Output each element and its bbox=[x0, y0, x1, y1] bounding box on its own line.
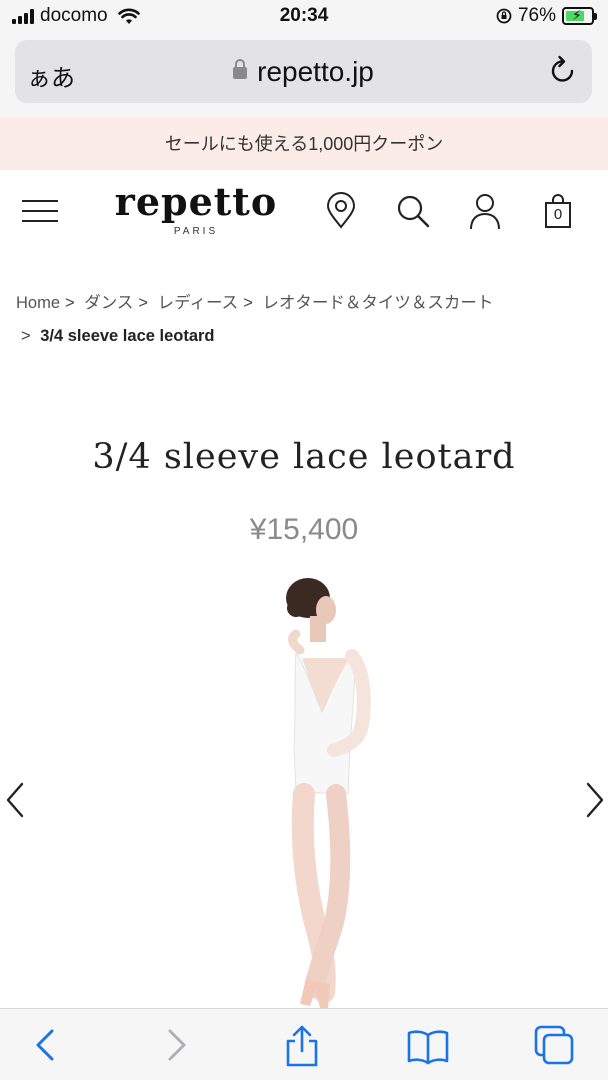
logo-wordmark: repetto bbox=[114, 179, 278, 224]
breadcrumb-dance[interactable]: ダンス bbox=[84, 294, 133, 312]
orientation-lock-icon bbox=[496, 8, 512, 24]
product-photo[interactable] bbox=[230, 572, 380, 1008]
promo-banner[interactable]: セールにも使える1,000円クーポン bbox=[0, 118, 608, 170]
breadcrumb-current: 3/4 sleeve lace leotard bbox=[40, 327, 215, 345]
forward-icon[interactable] bbox=[154, 1023, 198, 1067]
lock-icon bbox=[233, 59, 248, 79]
reload-icon[interactable] bbox=[548, 54, 578, 86]
breadcrumb-separator: > bbox=[65, 294, 75, 312]
status-right: 76% ⚡ bbox=[496, 5, 597, 27]
share-icon[interactable] bbox=[280, 1023, 324, 1067]
url-display[interactable]: repetto.jp bbox=[15, 56, 592, 88]
cart-count: 0 bbox=[553, 206, 563, 223]
status-bar: docomo 20:34 76% ⚡ bbox=[0, 0, 608, 34]
back-icon[interactable] bbox=[24, 1023, 68, 1067]
product-price: ¥15,400 bbox=[249, 513, 359, 546]
url-text: repetto.jp bbox=[257, 56, 374, 87]
menu-icon[interactable] bbox=[22, 200, 58, 224]
battery-charging-icon: ⚡ bbox=[562, 7, 597, 25]
store-locator-icon[interactable] bbox=[324, 192, 358, 230]
breadcrumb-home[interactable]: Home bbox=[16, 294, 60, 312]
tabs-icon[interactable] bbox=[532, 1023, 576, 1067]
chevron-left-icon[interactable] bbox=[4, 780, 28, 820]
logo-subtext: PARIS bbox=[173, 226, 219, 237]
product-title: 3/4 sleeve lace leotard bbox=[92, 437, 516, 477]
battery-percent: 76% bbox=[517, 5, 556, 26]
logo[interactable]: repetto PARIS bbox=[108, 179, 284, 238]
address-bar[interactable]: ぁあ repetto.jp bbox=[15, 40, 592, 103]
chevron-right-icon[interactable] bbox=[582, 780, 606, 820]
browser-bar: ぁあ repetto.jp bbox=[0, 34, 608, 118]
shopping-bag-icon[interactable]: 0 bbox=[542, 192, 574, 230]
account-icon[interactable] bbox=[468, 192, 502, 230]
bookmarks-icon[interactable] bbox=[406, 1023, 450, 1067]
browser-toolbar bbox=[0, 1008, 608, 1080]
breadcrumb-separator: > bbox=[138, 294, 149, 312]
breadcrumb: Home > ダンス > レディース > レオタード＆タイツ＆スカート > 3/4 s… bbox=[16, 287, 596, 353]
breadcrumb-separator: > bbox=[243, 294, 253, 312]
breadcrumb-ladies[interactable]: レディース bbox=[158, 294, 239, 312]
breadcrumb-leotards[interactable]: レオタード＆タイツ＆スカート bbox=[262, 294, 493, 312]
site-header: repetto PARIS 0 bbox=[0, 170, 608, 254]
promo-text: セールにも使える1,000円クーポン bbox=[164, 134, 444, 154]
search-icon[interactable] bbox=[394, 192, 432, 230]
breadcrumb-separator: > bbox=[21, 327, 31, 345]
